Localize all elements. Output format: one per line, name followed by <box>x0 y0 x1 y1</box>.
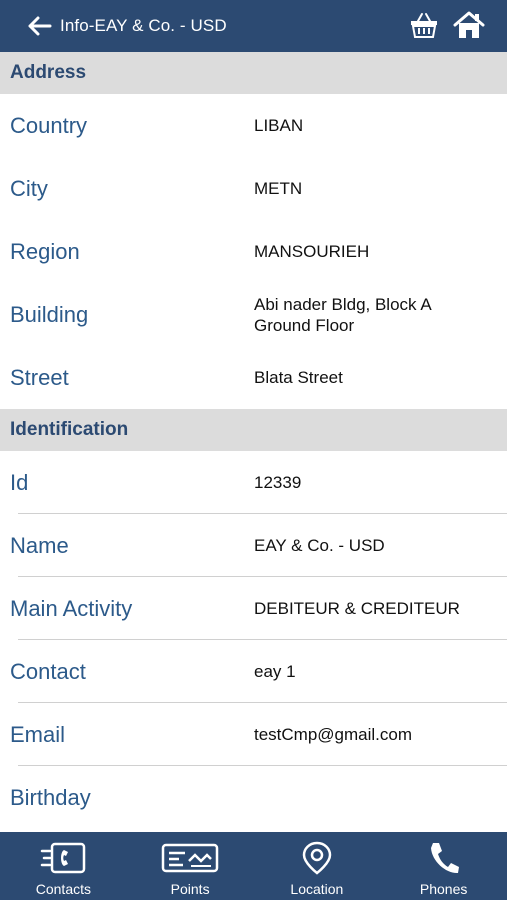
location-pin-icon <box>302 841 332 875</box>
section-header-identification: Identification <box>0 409 507 451</box>
row-building: Building Abi nader Bldg, Block A Ground … <box>0 283 507 346</box>
tab-label: Location <box>290 881 344 897</box>
row-main-activity: Main Activity DEBITEUR & CREDITEUR <box>0 577 507 640</box>
tab-location[interactable]: Location <box>254 832 381 900</box>
field-value: LIBAN <box>254 116 304 135</box>
field-value: Blata Street <box>254 368 343 387</box>
bottom-tab-bar: Contacts Points Location Phones <box>0 832 507 900</box>
info-content: Address Country LIBAN City METN Region M… <box>0 52 507 832</box>
home-icon <box>453 11 485 38</box>
field-label: Street <box>10 364 69 390</box>
field-label: Main Activity <box>10 595 133 621</box>
field-value: EAY & Co. - USD <box>254 536 385 555</box>
field-label: Region <box>10 238 80 264</box>
arrow-left-icon <box>28 16 52 36</box>
field-value: METN <box>254 179 303 198</box>
row-birthday: Birthday <box>0 766 507 829</box>
page-title: Info-EAY & Co. - USD <box>60 16 227 35</box>
row-region: Region MANSOURIEH <box>0 220 507 283</box>
tab-points[interactable]: Points <box>127 832 254 900</box>
tab-label: Points <box>170 881 210 897</box>
row-street: Street Blata Street <box>0 346 507 409</box>
field-label: Email <box>10 721 66 747</box>
section-header-address: Address <box>0 52 507 94</box>
app-screen: Info-EAY & Co. - USD Address Country LIB… <box>0 0 507 900</box>
phone-icon <box>430 843 459 874</box>
tab-label: Contacts <box>35 881 91 897</box>
field-label: Building <box>10 301 89 327</box>
row-city: City METN <box>0 157 507 220</box>
back-button[interactable] <box>26 12 54 40</box>
row-email: Email testCmp@gmail.com <box>0 703 507 766</box>
field-value-line2: Ground Floor <box>254 315 355 335</box>
contacts-icon <box>41 842 86 874</box>
row-country: Country LIBAN <box>0 94 507 157</box>
field-value: 12339 <box>254 473 302 492</box>
home-button[interactable] <box>451 8 487 42</box>
top-navbar: Info-EAY & Co. - USD <box>0 0 507 52</box>
field-label: Id <box>10 469 29 495</box>
basket-icon <box>411 13 437 38</box>
field-value: Abi nader Bldg, Block A Ground Floor <box>254 294 494 336</box>
field-value: testCmp@gmail.com <box>254 725 413 744</box>
field-label: Country <box>10 112 88 138</box>
field-label: City <box>10 175 48 201</box>
field-value-line1: Abi nader Bldg, Block A <box>254 294 432 314</box>
tab-phones[interactable]: Phones <box>380 832 507 900</box>
field-value: DEBITEUR & CREDITEUR <box>254 599 460 618</box>
row-contact: Contact eay 1 <box>0 640 507 703</box>
tab-contacts[interactable]: Contacts <box>0 832 127 900</box>
points-card-icon <box>161 843 219 873</box>
row-id: Id 12339 <box>0 451 507 514</box>
field-label: Contact <box>10 658 86 684</box>
field-value: MANSOURIEH <box>254 242 370 261</box>
field-label: Name <box>10 532 69 558</box>
field-value: eay 1 <box>254 662 296 681</box>
basket-button[interactable] <box>406 8 442 42</box>
field-label: Birthday <box>10 784 91 810</box>
row-name: Name EAY & Co. - USD <box>0 514 507 577</box>
tab-label: Phones <box>419 881 468 897</box>
